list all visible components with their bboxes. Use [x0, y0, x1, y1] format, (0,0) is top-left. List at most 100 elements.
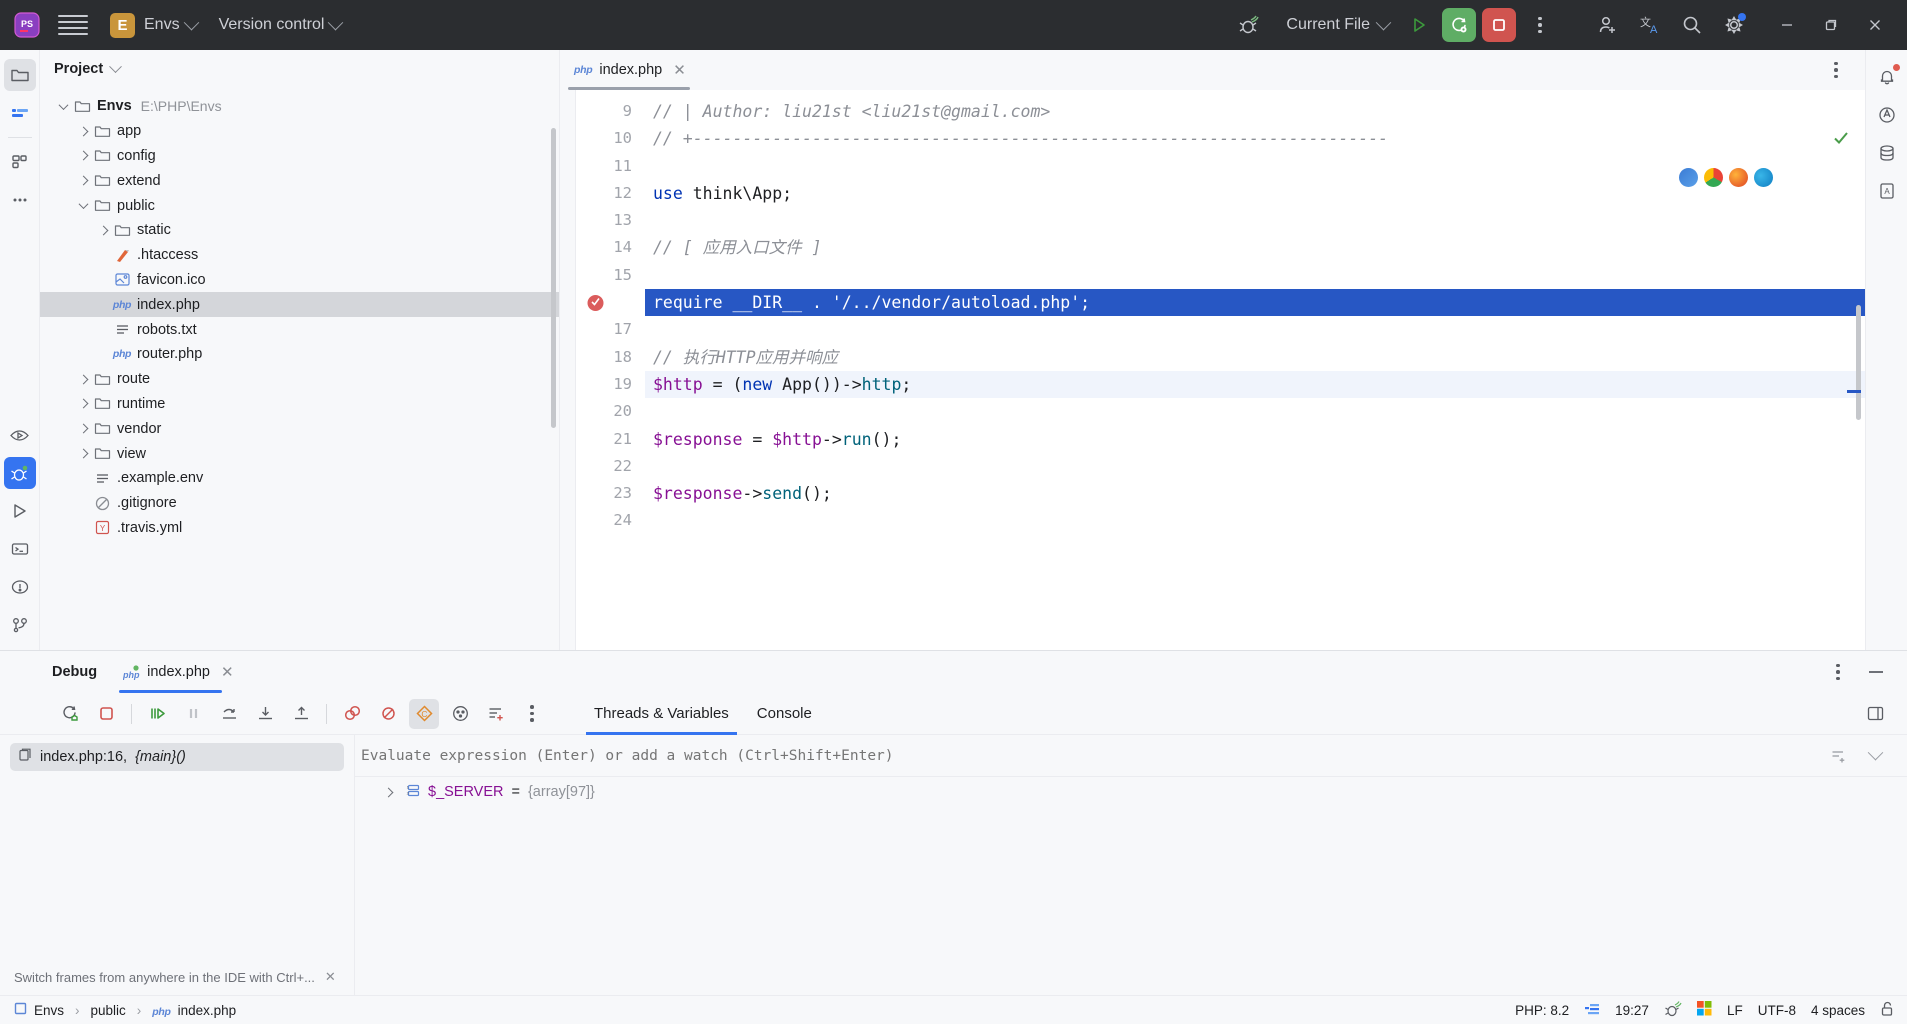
chevron-right-icon[interactable]: [74, 376, 92, 383]
project-view-chevron-down-icon[interactable]: [109, 60, 122, 73]
code-line[interactable]: [645, 453, 1865, 480]
step-over-icon[interactable]: [214, 699, 244, 729]
project-name[interactable]: Envs: [144, 16, 180, 34]
maximize-icon[interactable]: [1809, 8, 1853, 42]
tree-item-app[interactable]: app: [40, 119, 559, 144]
translate-icon[interactable]: 文 A: [1633, 8, 1667, 42]
add-watch-icon[interactable]: [481, 699, 511, 729]
close-icon[interactable]: ✕: [325, 969, 336, 985]
project-chevron-down-icon[interactable]: [183, 14, 199, 30]
tree-item-route[interactable]: route: [40, 367, 559, 392]
chevron-right-icon[interactable]: [74, 152, 92, 159]
step-out-icon[interactable]: [286, 699, 316, 729]
editor-gutter[interactable]: 9101112131415161718192021222324: [560, 90, 645, 650]
windows-icon[interactable]: [1697, 1001, 1712, 1019]
code-line[interactable]: // +------------------------------------…: [645, 125, 1865, 152]
sidebar-item-more[interactable]: [4, 184, 36, 216]
sidebar-item-project[interactable]: [4, 59, 36, 91]
hamburger-menu-icon[interactable]: [58, 12, 88, 38]
code-line[interactable]: $response = $http->run();: [645, 426, 1865, 453]
code-line[interactable]: $http = (new App())->http;: [645, 371, 1865, 398]
minimize-icon[interactable]: [1765, 8, 1809, 42]
chevron-down-icon[interactable]: [74, 202, 92, 209]
chevron-right-icon[interactable]: [74, 177, 92, 184]
debug-tab-threads-variables[interactable]: Threads & Variables: [580, 693, 743, 735]
editor-tab-index-php[interactable]: php index.php ✕: [560, 50, 698, 90]
line-separator-status[interactable]: LF: [1727, 1003, 1743, 1018]
tree-item-view[interactable]: view: [40, 441, 559, 466]
tree-item-envs[interactable]: EnvsE:\PHP\Envs: [40, 94, 559, 119]
browser-nwjs-icon[interactable]: [1679, 168, 1698, 187]
breadcrumb-item[interactable]: index.php: [178, 1003, 237, 1018]
ai-icon[interactable]: [1871, 99, 1903, 131]
php-debug-listener-icon[interactable]: [1664, 1000, 1682, 1021]
chevron-right-icon[interactable]: [74, 400, 92, 407]
sidebar-item-commit[interactable]: [4, 97, 36, 129]
code-line[interactable]: $response->send();: [645, 480, 1865, 507]
chevron-down-icon[interactable]: [1860, 741, 1890, 771]
tree-item-index-php[interactable]: phpindex.php: [40, 292, 559, 317]
mute-breakpoints-icon[interactable]: [373, 699, 403, 729]
sidebar-item-problems[interactable]: [4, 571, 36, 603]
chevron-right-icon[interactable]: [94, 227, 112, 234]
sidebar-item-run[interactable]: [4, 495, 36, 527]
gear-icon[interactable]: [1717, 8, 1751, 42]
step-into-icon[interactable]: [250, 699, 280, 729]
breakpoint-marker-icon[interactable]: [586, 293, 605, 312]
php-debug-listener-icon[interactable]: [1232, 8, 1266, 42]
browser-edge-icon[interactable]: [1754, 168, 1773, 187]
project-tree[interactable]: EnvsE:\PHP\Envsappconfigextendpublicstat…: [40, 88, 559, 650]
tree-item-htaccess[interactable]: .htaccess: [40, 243, 559, 268]
debug-options-kebab-icon[interactable]: [1821, 655, 1855, 689]
pause-icon[interactable]: [178, 699, 208, 729]
add-user-icon[interactable]: [1591, 8, 1625, 42]
tree-item-example-env[interactable]: .example.env: [40, 466, 559, 491]
thinkphp-icon[interactable]: [1584, 1001, 1600, 1020]
tree-item-extend[interactable]: extend: [40, 168, 559, 193]
evaluate-expression-input[interactable]: [361, 748, 1821, 764]
rerun-icon[interactable]: [55, 699, 85, 729]
tree-item-static[interactable]: static: [40, 218, 559, 243]
unlocked-icon[interactable]: [1880, 1001, 1895, 1020]
debug-tab-console[interactable]: Console: [743, 693, 826, 735]
run-configuration-selector[interactable]: Current File: [1286, 16, 1389, 34]
tree-item-vendor[interactable]: vendor: [40, 416, 559, 441]
chevron-right-icon[interactable]: [74, 128, 92, 135]
code-line[interactable]: require __DIR__ . '/../vendor/autoload.p…: [645, 289, 1865, 316]
layout-settings-icon[interactable]: [1860, 699, 1890, 729]
code-line[interactable]: [645, 316, 1865, 343]
code-line[interactable]: [645, 398, 1865, 425]
stop-button[interactable]: [1482, 8, 1516, 42]
more-kebab-icon[interactable]: [517, 699, 547, 729]
close-icon[interactable]: [1853, 8, 1897, 42]
tree-item-gitignore[interactable]: .gitignore: [40, 491, 559, 516]
code-line[interactable]: [645, 262, 1865, 289]
version-control-menu[interactable]: Version control: [219, 16, 325, 34]
chevron-right-icon[interactable]: [74, 450, 92, 457]
code-line[interactable]: // [ 应用入口文件 ]: [645, 234, 1865, 261]
project-tree-scrollbar[interactable]: [551, 128, 556, 428]
code-line[interactable]: // | Author: liu21st <liu21st@gmail.com>: [645, 98, 1865, 125]
checkmark-ok-icon[interactable]: [1833, 130, 1849, 151]
variables-list[interactable]: 12$_SERVER={array[97]}: [355, 777, 1907, 807]
stop-square-icon[interactable]: [91, 699, 121, 729]
variable-row[interactable]: 12$_SERVER={array[97]}: [355, 777, 1907, 807]
tree-item-config[interactable]: config: [40, 144, 559, 169]
editor-options-kebab-icon[interactable]: [1819, 53, 1853, 87]
bell-icon[interactable]: [1871, 61, 1903, 93]
php-version-status[interactable]: PHP: 8.2: [1515, 1003, 1569, 1018]
database-icon[interactable]: [1871, 137, 1903, 169]
sidebar-item-terminal[interactable]: [4, 533, 36, 565]
code-line[interactable]: [645, 507, 1865, 534]
code-line[interactable]: // 执行HTTP应用并响应: [645, 344, 1865, 371]
project-badge[interactable]: E: [110, 13, 135, 38]
frame-row[interactable]: index.php:16, {main}(): [10, 743, 344, 771]
breakpoints-icon[interactable]: [337, 699, 367, 729]
sidebar-item-structure[interactable]: [4, 146, 36, 178]
code-editor[interactable]: 9101112131415161718192021222324 // | Aut…: [560, 90, 1865, 650]
minimize-icon[interactable]: [1859, 655, 1893, 689]
tree-item-travis-yml[interactable]: Y.travis.yml: [40, 516, 559, 541]
close-icon[interactable]: ✕: [221, 663, 234, 681]
run-button[interactable]: [1402, 8, 1436, 42]
evaluate-bar[interactable]: [355, 735, 1907, 777]
